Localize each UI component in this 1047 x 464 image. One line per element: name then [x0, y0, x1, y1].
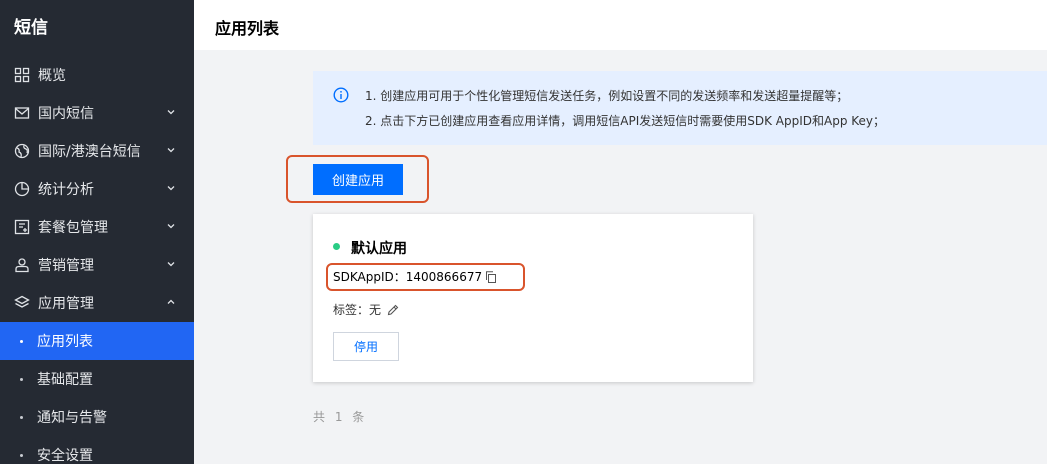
- chevron-down-icon: [167, 186, 175, 191]
- bullet-dot: [20, 340, 23, 343]
- disable-button[interactable]: 停用: [333, 332, 399, 361]
- sidebar: 短信 概览 国内短信 国际/港澳台短信 统计分析 套餐包管理 营销管理 应用管理…: [0, 0, 194, 464]
- sidebar-item-intl-sms[interactable]: 国际/港澳台短信: [0, 132, 194, 170]
- total-count: 共 1 条: [313, 410, 368, 424]
- sidebar-item-basic-config[interactable]: 基础配置: [0, 360, 194, 398]
- status-indicator: [333, 243, 340, 250]
- sidebar-item-app-list[interactable]: 应用列表: [0, 322, 194, 360]
- sidebar-item-security[interactable]: 安全设置: [0, 436, 194, 464]
- sidebar-item-app-management[interactable]: 应用管理: [0, 284, 194, 322]
- sidebar-item-package[interactable]: 套餐包管理: [0, 208, 194, 246]
- create-app-button[interactable]: 创建应用: [313, 164, 403, 195]
- chevron-down-icon: [167, 224, 175, 229]
- page-header: 应用列表: [194, 0, 1047, 50]
- pie-chart-icon: [14, 181, 30, 197]
- sidebar-item-label: 应用管理: [38, 296, 94, 312]
- sidebar-item-label: 基础配置: [37, 372, 93, 388]
- sidebar-item-label: 套餐包管理: [38, 220, 108, 236]
- bullet-dot: [20, 454, 23, 457]
- tag-label: 标签：: [333, 303, 370, 317]
- info-text-line-1: 1. 创建应用可用于个性化管理短信发送任务，例如设置不同的发送频率和发送超量提醒…: [365, 89, 849, 103]
- globe-icon: [14, 143, 30, 159]
- sidebar-item-label: 统计分析: [38, 182, 94, 198]
- sdk-appid-highlight: [326, 263, 525, 291]
- chevron-down-icon: [167, 148, 175, 153]
- info-icon: [333, 87, 349, 103]
- bullet-dot: [20, 416, 23, 419]
- sidebar-item-label: 国内短信: [38, 106, 94, 122]
- package-icon: [14, 219, 30, 235]
- info-banner: 1. 创建应用可用于个性化管理短信发送任务，例如设置不同的发送频率和发送超量提醒…: [313, 71, 1047, 145]
- user-icon: [14, 257, 30, 273]
- chevron-down-icon: [167, 262, 175, 267]
- sidebar-item-label: 安全设置: [37, 448, 93, 464]
- sidebar-item-notifications[interactable]: 通知与告警: [0, 398, 194, 436]
- chevron-up-icon: [167, 299, 175, 304]
- sidebar-item-statistics[interactable]: 统计分析: [0, 170, 194, 208]
- layers-icon: [14, 295, 30, 311]
- edit-pencil-icon[interactable]: [387, 304, 399, 316]
- sidebar-item-label: 应用列表: [37, 334, 93, 350]
- sidebar-title: 短信: [14, 18, 48, 38]
- sidebar-item-label: 概览: [38, 68, 66, 84]
- tag-value: 无: [369, 303, 382, 317]
- mail-icon: [14, 105, 30, 121]
- sidebar-item-label: 国际/港澳台短信: [38, 144, 141, 160]
- chevron-down-icon: [167, 110, 175, 115]
- sidebar-item-label: 通知与告警: [37, 410, 107, 426]
- sidebar-item-marketing[interactable]: 营销管理: [0, 246, 194, 284]
- app-name[interactable]: 默认应用: [351, 238, 407, 258]
- sidebar-item-overview[interactable]: 概览: [0, 56, 194, 94]
- app-card[interactable]: 默认应用 SDKAppID： 1400866677 标签： 无 停用: [313, 214, 753, 382]
- page-title: 应用列表: [215, 19, 280, 38]
- tag-row: 标签： 无: [333, 301, 399, 318]
- bullet-dot: [20, 378, 23, 381]
- sidebar-item-domestic-sms[interactable]: 国内短信: [0, 94, 194, 132]
- info-text-line-2: 2. 点击下方已创建应用查看应用详情，调用短信API发送短信时需要使用SDK A…: [365, 114, 886, 128]
- sidebar-item-label: 营销管理: [38, 258, 94, 274]
- grid-icon: [14, 67, 30, 83]
